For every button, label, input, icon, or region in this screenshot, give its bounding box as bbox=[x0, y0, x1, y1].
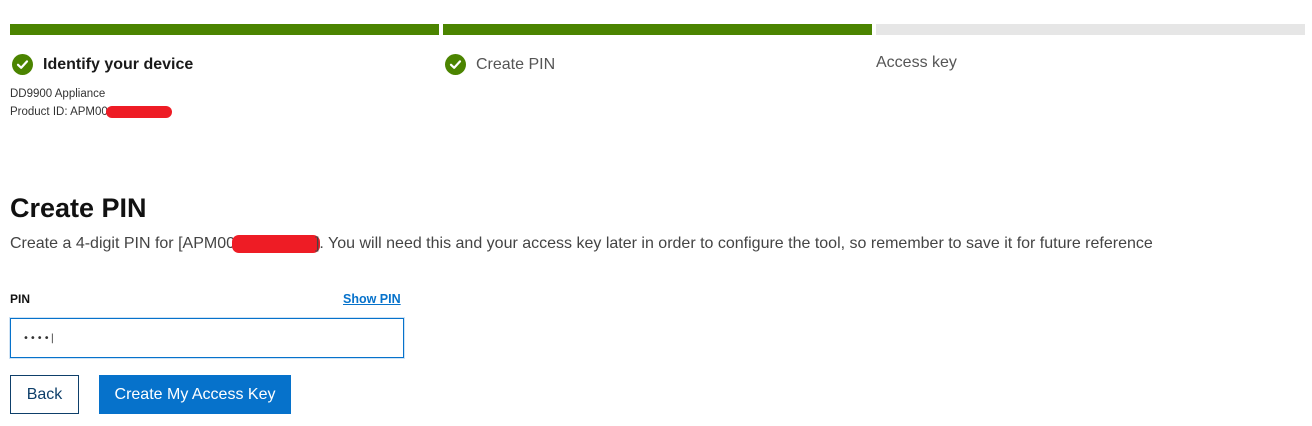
redaction-mark bbox=[105, 105, 172, 118]
progress-bar-step-3 bbox=[876, 24, 1305, 35]
instruction-text: Create a 4-digit PIN for [APM00 ]. You wi… bbox=[10, 235, 1153, 253]
create-access-key-button[interactable]: Create My Access Key bbox=[99, 375, 291, 414]
step-create-pin: Create PIN bbox=[445, 54, 555, 75]
pin-input[interactable] bbox=[10, 318, 404, 358]
step-identify-device: Identify your device bbox=[12, 54, 193, 75]
device-info: DD9900 Appliance Product ID: APM00 bbox=[10, 85, 172, 121]
check-circle-icon bbox=[445, 54, 466, 75]
step-label: Access key bbox=[876, 54, 957, 71]
back-button[interactable]: Back bbox=[10, 375, 79, 414]
progress-bar-step-2 bbox=[443, 24, 872, 35]
step-label: Identify your device bbox=[43, 55, 194, 73]
product-id: Product ID: APM00 bbox=[10, 103, 172, 121]
progress-stepper: Identify your device Create PIN Access k… bbox=[10, 24, 1305, 124]
instruction-suffix: ]. You will need this and your access ke… bbox=[314, 235, 1153, 253]
product-id-text: Product ID: APM00 bbox=[10, 106, 108, 118]
step-label: Create PIN bbox=[476, 55, 556, 73]
instruction-prefix: Create a 4-digit PIN for [APM00 bbox=[10, 235, 235, 253]
show-pin-link[interactable]: Show PIN bbox=[343, 292, 401, 306]
step-access-key: Access key bbox=[876, 54, 957, 72]
redaction-mark bbox=[231, 235, 320, 253]
device-name: DD9900 Appliance bbox=[10, 88, 106, 100]
progress-bar-step-1 bbox=[10, 24, 439, 35]
pin-label: PIN bbox=[10, 292, 31, 306]
page-title: Create PIN bbox=[10, 193, 147, 223]
check-circle-icon bbox=[12, 54, 33, 75]
